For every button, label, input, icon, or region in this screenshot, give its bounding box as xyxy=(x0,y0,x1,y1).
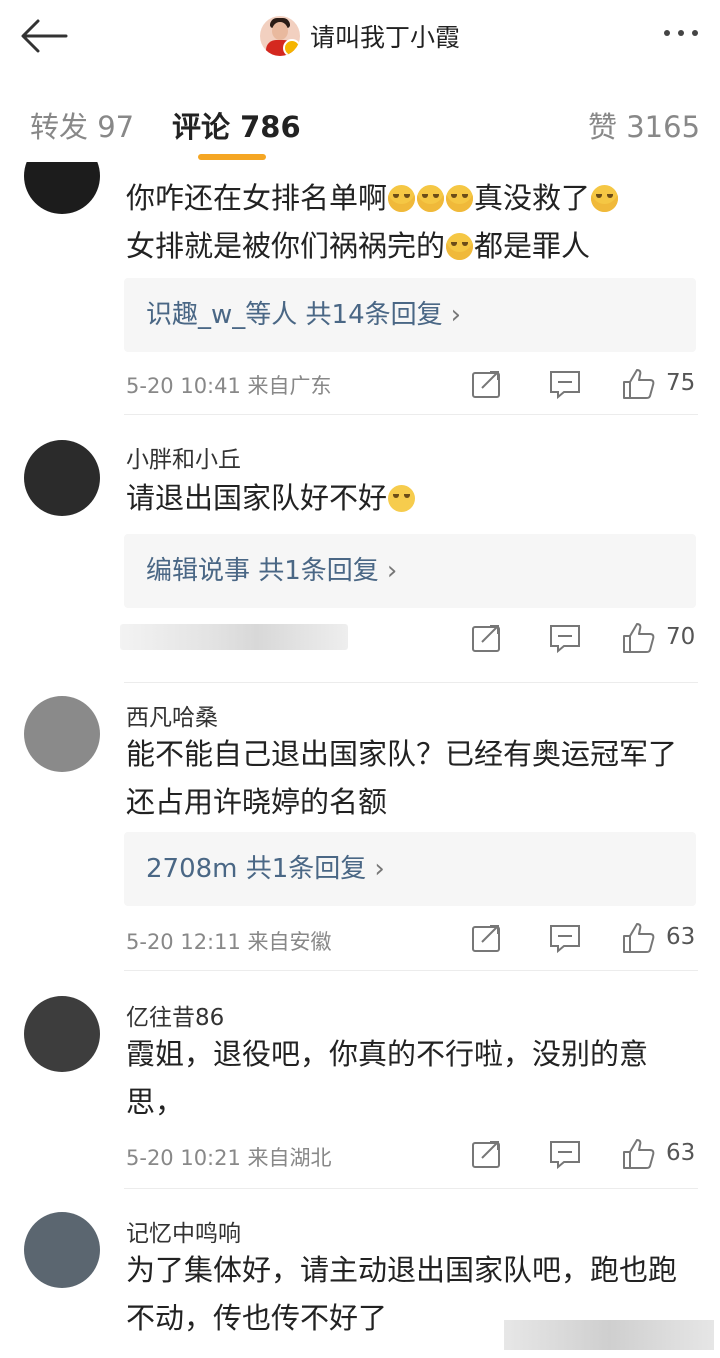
avatar[interactable] xyxy=(24,162,100,214)
top-bar: 请叫我丁小霞 xyxy=(0,0,720,78)
commenter-name[interactable]: 西凡哈桑 xyxy=(126,698,218,732)
share-icon[interactable] xyxy=(470,1138,504,1170)
like-count: 75 xyxy=(666,370,696,396)
page-title: 请叫我丁小霞 xyxy=(309,23,460,52)
like-count: 63 xyxy=(666,924,696,950)
more-dots-icon[interactable] xyxy=(664,30,698,36)
avatar[interactable] xyxy=(24,1212,100,1288)
comment-icon[interactable] xyxy=(548,1138,582,1170)
commenter-name[interactable]: 小胖和小丘 xyxy=(126,440,241,474)
laugh-emoji-icon xyxy=(388,485,416,512)
like-icon[interactable] xyxy=(620,366,656,402)
reply-summary[interactable]: 编辑说事 共1条回复 › xyxy=(124,534,696,608)
comment-text: 霞姐，退役吧，你真的不行啦，没别的意思， xyxy=(126,1037,649,1119)
tab-likes[interactable]: 赞 3165 xyxy=(588,104,700,146)
share-icon[interactable] xyxy=(470,922,504,954)
commenter-name[interactable]: 亿往昔86 xyxy=(126,998,224,1032)
tab-comments[interactable]: 评论 786 xyxy=(172,104,301,146)
like-icon[interactable] xyxy=(620,920,656,956)
chevron-right-icon: › xyxy=(386,556,398,586)
blurred-meta xyxy=(120,624,348,650)
reply-summary[interactable]: 2708m 共1条回复 › xyxy=(124,832,696,906)
comment-icon[interactable] xyxy=(548,622,582,654)
divider xyxy=(124,1188,698,1189)
cry-emoji-icon xyxy=(591,185,619,212)
cry-emoji-icon xyxy=(417,185,445,212)
user-avatar[interactable] xyxy=(259,16,300,56)
cry-emoji-icon xyxy=(446,185,474,212)
like-icon[interactable] xyxy=(620,620,656,656)
comment-actions: 63 xyxy=(470,1134,698,1174)
comment-icon[interactable] xyxy=(548,922,582,954)
comment-list[interactable]: 你咋还在女排名单啊 真没救了 女排就是被你们祸祸完的 都是罪人 识趣_w_等人 共1… xyxy=(0,162,720,1358)
comment-meta: 5-20 12:11 来自安徽 xyxy=(126,930,332,954)
comment-actions: 70 xyxy=(470,618,698,658)
avatar[interactable] xyxy=(24,696,100,772)
avatar[interactable] xyxy=(24,996,100,1072)
divider xyxy=(124,682,698,683)
comment-text: 请退出国家队好不好 xyxy=(126,474,686,522)
chevron-right-icon: › xyxy=(374,854,385,884)
active-tab-indicator xyxy=(198,154,266,160)
comment-actions: 63 xyxy=(470,918,698,958)
chevron-right-icon: › xyxy=(450,300,462,330)
comment-meta: 5-20 10:21 来自湖北 xyxy=(126,1146,332,1170)
divider xyxy=(124,970,698,971)
avatar[interactable] xyxy=(24,440,100,516)
like-count: 70 xyxy=(666,624,696,650)
verified-badge-icon xyxy=(282,39,300,56)
comment-meta: 5-20 10:41 来自广东 xyxy=(126,374,332,398)
header-title-group[interactable]: 请叫我丁小霞 xyxy=(0,14,720,58)
reply-summary[interactable]: 识趣_w_等人 共14条回复 › xyxy=(124,278,696,352)
comment-actions: 75 xyxy=(470,364,698,404)
like-icon[interactable] xyxy=(620,1136,656,1172)
like-count: 63 xyxy=(666,1140,696,1166)
tab-bar: 转发 97 评论 786 赞 3165 xyxy=(0,82,720,162)
cry-emoji-icon xyxy=(388,185,416,212)
blurred-region xyxy=(504,1320,714,1350)
comment-text: 你咋还在女排名单啊 真没救了 女排就是被你们祸祸完的 都是罪人 xyxy=(126,174,686,270)
commenter-name[interactable]: 记忆中鸣响 xyxy=(126,1214,241,1248)
share-icon[interactable] xyxy=(470,622,504,654)
cry-emoji-icon xyxy=(446,233,474,260)
comment-icon[interactable] xyxy=(548,368,582,400)
share-icon[interactable] xyxy=(470,368,504,400)
tab-reposts[interactable]: 转发 97 xyxy=(30,104,134,146)
comment-text: 能不能自己退出国家队？已经有奥运冠军了还占用许晓婷的名额 xyxy=(126,737,678,819)
divider xyxy=(124,414,698,415)
